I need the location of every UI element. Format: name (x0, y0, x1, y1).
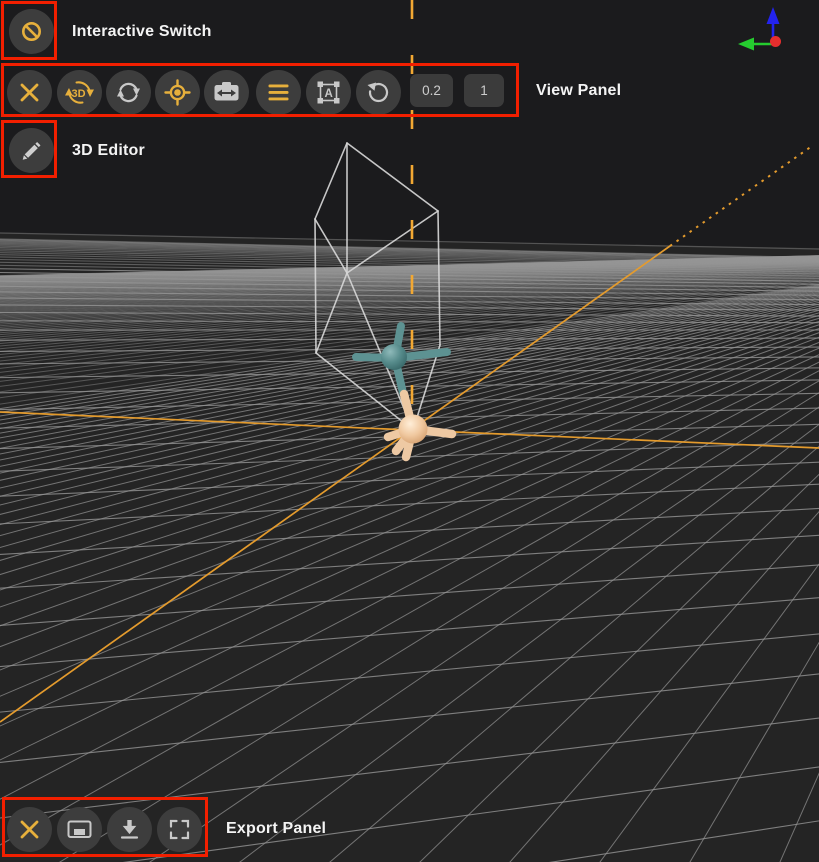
robot-teal-sphere (381, 344, 407, 370)
rotate-3d-text: 3D (71, 88, 85, 100)
close-icon (7, 807, 52, 852)
pencil-icon (9, 128, 54, 173)
editor-panel-label: 3D Editor (72, 143, 145, 159)
picture-in-picture-icon (57, 807, 102, 852)
center-target-button[interactable] (155, 70, 200, 115)
view-panel-label: View Panel (536, 83, 621, 99)
axis-y-dotted-segment (670, 146, 812, 246)
export-download-button[interactable] (107, 807, 152, 852)
menu-icon (256, 70, 301, 115)
select-text-frame-icon: A (306, 70, 351, 115)
block-icon (9, 9, 54, 54)
select-letter: A (324, 88, 332, 100)
scene-3d-viewport[interactable] (0, 0, 819, 862)
scale-value-field[interactable]: 0.2 (410, 74, 453, 107)
select-annotation-button[interactable]: A (306, 70, 351, 115)
rotate-3d-button[interactable]: 3D (57, 70, 102, 115)
gizmo-y-arrowhead (738, 38, 754, 51)
rotate-3d-icon: 3D (57, 70, 102, 115)
download-icon (107, 807, 152, 852)
orientation-gizmo[interactable] (738, 7, 781, 51)
sync-icon (106, 70, 151, 115)
export-close-button[interactable] (7, 807, 52, 852)
gizmo-z-arrowhead (767, 7, 780, 24)
export-snapshot-button[interactable] (57, 807, 102, 852)
viewer-3d-app: Interactive Switch 3D (0, 0, 819, 862)
robot-peach-sphere (399, 415, 428, 444)
view-close-button[interactable] (7, 70, 52, 115)
fullscreen-icon (157, 807, 202, 852)
sync-rotation-button[interactable] (106, 70, 151, 115)
interactive-switch-button[interactable] (9, 9, 54, 54)
menu-button[interactable] (256, 70, 301, 115)
camera-pan-icon (204, 70, 249, 115)
camera-width-button[interactable] (204, 70, 249, 115)
step-value-field[interactable]: 1 (464, 74, 504, 107)
edit-3d-button[interactable] (9, 128, 54, 173)
my-location-icon (155, 70, 200, 115)
interactive-switch-label: Interactive Switch (72, 24, 212, 40)
export-fullscreen-button[interactable] (157, 807, 202, 852)
export-panel-label: Export Panel (226, 821, 326, 837)
close-icon (7, 70, 52, 115)
gizmo-x-axis-red-dot (770, 36, 781, 47)
rotate-ccw-icon (356, 70, 401, 115)
reset-rotation-button[interactable] (356, 70, 401, 115)
